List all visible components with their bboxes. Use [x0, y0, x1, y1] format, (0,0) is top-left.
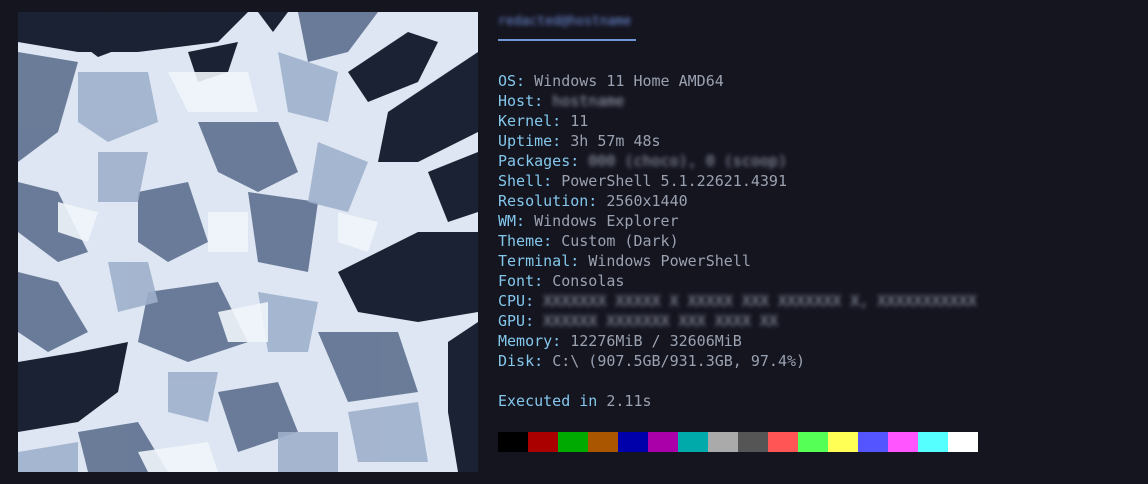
palette-swatch: [828, 432, 858, 452]
info-row-theme: Theme: Custom (Dark): [498, 231, 1138, 251]
info-row-memory: Memory: 12276MiB / 32606MiB: [498, 331, 1138, 351]
info-value-uptime: 3h 57m 48s: [570, 132, 661, 150]
color-palette: [498, 432, 978, 452]
info-row-gpu: GPU: XXXXXX XXXXXXX XXX XXXX XX: [498, 311, 1138, 331]
info-value-disk: C:\ (907.5GB/931.3GB, 97.4%): [552, 352, 806, 370]
info-value-gpu: XXXXXX XXXXXXX XXX XXXX XX: [543, 312, 778, 330]
info-row-shell: Shell: PowerShell 5.1.22621.4391: [498, 171, 1138, 191]
palette-swatch: [648, 432, 678, 452]
info-key-cpu: CPU:: [498, 292, 535, 310]
info-row-os: OS: Windows 11 Home AMD64: [498, 71, 1138, 91]
system-info-panel: redacted@hostname OS: Windows 11 Home AM…: [498, 10, 1138, 411]
info-value-kernel: 11: [570, 112, 589, 130]
palette-swatch: [858, 432, 888, 452]
palette-swatch: [678, 432, 708, 452]
palette-swatch: [708, 432, 738, 452]
info-row-terminal: Terminal: Windows PowerShell: [498, 251, 1138, 271]
user-host-text: redacted@hostname: [498, 14, 632, 29]
info-value-cpu: XXXXXXX XXXXX X XXXXX XXX XXXXXXX X, XXX…: [543, 292, 977, 310]
palette-swatch: [888, 432, 918, 452]
info-key-kernel: Kernel:: [498, 112, 562, 130]
palette-swatch: [768, 432, 798, 452]
info-key-wm: WM:: [498, 212, 526, 230]
executed-label: Executed in: [498, 392, 598, 410]
palette-swatch: [798, 432, 828, 452]
info-row-resolution: Resolution: 2560x1440: [498, 191, 1138, 211]
info-row-disk: Disk: C:\ (907.5GB/931.3GB, 97.4%): [498, 351, 1138, 371]
info-value-terminal: Windows PowerShell: [588, 252, 751, 270]
info-row-wm: WM: Windows Explorer: [498, 211, 1138, 231]
info-row-uptime: Uptime: 3h 57m 48s: [498, 131, 1138, 151]
info-key-memory: Memory:: [498, 332, 562, 350]
info-value-shell: PowerShell 5.1.22621.4391: [561, 172, 787, 190]
info-row-packages: Packages: 000 (choco), 0 (scoop): [498, 151, 1138, 171]
info-key-uptime: Uptime:: [498, 132, 562, 150]
info-key-font: Font:: [498, 272, 544, 290]
info-row-cpu: CPU: XXXXXXX XXXXX X XXXXX XXX XXXXXXX X…: [498, 291, 1138, 311]
palette-swatch: [558, 432, 588, 452]
palette-swatch: [738, 432, 768, 452]
info-key-shell: Shell:: [498, 172, 553, 190]
info-key-host: Host:: [498, 92, 544, 110]
executed-row: Executed in 2.11s: [498, 391, 1138, 411]
info-rows: OS: Windows 11 Home AMD64 Host: hostname K…: [498, 71, 1138, 371]
info-value-font: Consolas: [552, 272, 625, 290]
info-row-host: Host: hostname: [498, 91, 1138, 111]
info-value-memory: 12276MiB / 32606MiB: [570, 332, 742, 350]
info-value-theme: Custom (Dark): [561, 232, 679, 250]
info-value-resolution: 2560x1440: [606, 192, 688, 210]
palette-swatch: [918, 432, 948, 452]
info-value-packages: 000 (choco), 0 (scoop): [588, 152, 787, 170]
info-key-packages: Packages:: [498, 152, 580, 170]
palette-swatch: [588, 432, 618, 452]
info-key-theme: Theme:: [498, 232, 553, 250]
executed-value: 2.11s: [606, 392, 652, 410]
palette-swatch: [498, 432, 528, 452]
palette-swatch: [948, 432, 978, 452]
info-key-disk: Disk:: [498, 352, 544, 370]
info-key-gpu: GPU:: [498, 312, 535, 330]
user-host-header: redacted@hostname: [498, 10, 1138, 30]
info-key-terminal: Terminal:: [498, 252, 580, 270]
info-row-kernel: Kernel: 11: [498, 111, 1138, 131]
info-value-os: Windows 11 Home AMD64: [534, 72, 724, 90]
ascii-art-image: [18, 12, 478, 472]
info-row-font: Font: Consolas: [498, 271, 1138, 291]
palette-swatch: [618, 432, 648, 452]
info-key-resolution: Resolution:: [498, 192, 598, 210]
info-key-os: OS:: [498, 72, 526, 90]
terminal-window: redacted@hostname OS: Windows 11 Home AM…: [0, 0, 1148, 484]
info-value-wm: Windows Explorer: [534, 212, 679, 230]
palette-swatch: [528, 432, 558, 452]
info-value-host: hostname: [552, 92, 625, 110]
